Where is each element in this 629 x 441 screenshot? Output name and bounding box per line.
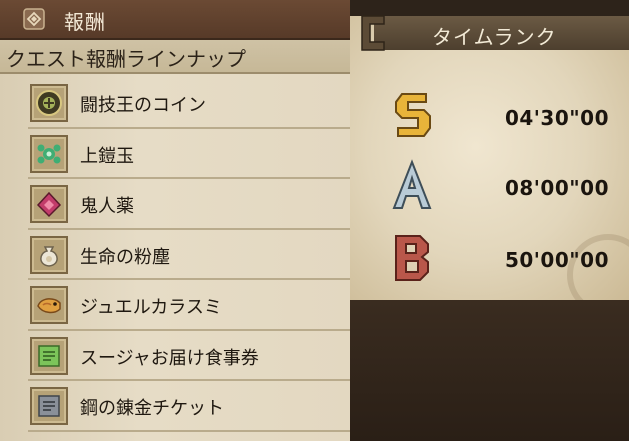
reward-name: スージャお届け食事券 [80, 347, 259, 369]
rank-row-a: 08'00"00 [350, 158, 629, 214]
armor-sphere-icon [30, 134, 68, 173]
reward-item[interactable]: 上鎧玉 [28, 129, 350, 180]
time-rank-header: タイムランク [350, 12, 629, 54]
melding-ticket-icon [30, 387, 68, 425]
rewards-header: 報酬 [0, 0, 350, 40]
rewards-panel: 報酬 クエスト報酬ラインナップ 闘技王のコイン 上鎧玉 鬼人薬 生命の粉塵 ジュ… [0, 0, 350, 441]
quest-rewards-lineup-title: クエスト報酬ラインナップ [6, 47, 246, 71]
rewards-title: 報酬 [64, 10, 106, 34]
reward-name: 闘技王のコイン [80, 95, 206, 116]
header-bracket-icon [361, 15, 385, 51]
rank-b-time: 50'00"00 [504, 248, 609, 272]
reward-name: 生命の粉塵 [80, 246, 170, 268]
rank-s-time: 04'30"00 [504, 106, 609, 130]
rank-b-icon [395, 235, 429, 281]
time-rank-panel: タイムランク 04'30"00 08'00"00 50'00"00 [350, 0, 629, 441]
rank-row-b: 50'00"00 [350, 230, 629, 286]
rank-a-time: 08'00"00 [504, 176, 609, 200]
meal-ticket-icon [30, 336, 68, 375]
rank-a-icon [392, 159, 432, 209]
rewards-tab-icon [23, 8, 45, 30]
panel-bottom-edge [350, 300, 629, 441]
potion-icon [30, 185, 68, 223]
reward-list: 闘技王のコイン 上鎧玉 鬼人薬 生命の粉塵 ジュエルカラスミ スージャお届け食事… [28, 78, 350, 432]
reward-item[interactable]: スージャお届け食事券 [28, 331, 350, 382]
dust-bag-icon [30, 235, 68, 274]
time-rank-title: タイムランク [432, 25, 557, 49]
reward-name: 上鎧玉 [80, 145, 134, 167]
reward-name: ジュエルカラスミ [80, 297, 222, 318]
quest-rewards-lineup-header: クエスト報酬ラインナップ [0, 40, 350, 74]
reward-name: 鬼人薬 [80, 196, 134, 217]
fish-roe-icon [30, 286, 68, 324]
reward-item[interactable]: 鋼の錬金チケット [28, 381, 350, 432]
coin-icon [30, 84, 68, 122]
rank-s-icon [395, 93, 431, 137]
reward-item[interactable]: 鬼人薬 [28, 179, 350, 230]
reward-item[interactable]: 闘技王のコイン [28, 78, 350, 129]
reward-item[interactable]: 生命の粉塵 [28, 230, 350, 281]
reward-item[interactable]: ジュエルカラスミ [28, 280, 350, 331]
reward-name: 鋼の錬金チケット [80, 398, 224, 419]
rank-row-s: 04'30"00 [350, 88, 629, 144]
